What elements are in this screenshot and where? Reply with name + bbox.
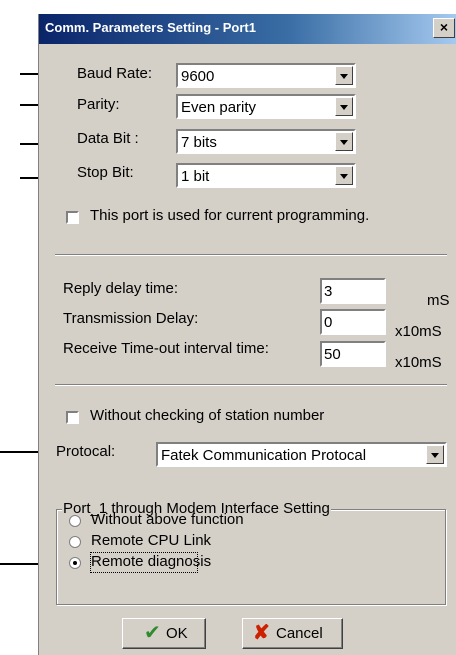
chevron-down-icon[interactable] <box>335 97 353 116</box>
baud-rate-select[interactable]: 9600 <box>176 63 356 88</box>
station-check-checkbox[interactable] <box>66 411 79 424</box>
radio-remote-diagnosis[interactable] <box>69 557 81 569</box>
current-programming-checkbox[interactable] <box>66 211 79 224</box>
protocol-value: Fatek Communication Protocal <box>161 447 367 464</box>
parity-label: Parity: <box>77 96 120 113</box>
reply-delay-value: 3 <box>324 283 333 300</box>
option-remote-cpu-link[interactable]: Remote CPU Link <box>91 532 211 549</box>
station-check-label[interactable]: Without checking of station number <box>90 407 324 424</box>
ok-label: OK <box>166 625 188 642</box>
parity-value: Even parity <box>181 99 257 116</box>
separator <box>55 254 447 256</box>
cancel-button[interactable]: ✘ Cancel <box>242 618 343 649</box>
data-bit-value: 7 bits <box>181 134 217 151</box>
cross-icon: ✘ <box>253 622 270 644</box>
chevron-down-icon[interactable] <box>335 132 353 151</box>
radio-without-above-function[interactable] <box>69 515 81 527</box>
transmission-delay-input[interactable]: 0 <box>320 309 386 335</box>
checkmark-icon: ✔ <box>144 622 161 644</box>
transmission-delay-unit: x10mS <box>395 323 442 340</box>
timeout-input[interactable]: 50 <box>320 341 386 367</box>
reply-delay-label: Reply delay time: <box>63 280 179 297</box>
parity-select[interactable]: Even parity <box>176 94 356 119</box>
stop-bit-value: 1 bit <box>181 168 210 185</box>
baud-rate-value: 9600 <box>181 68 215 85</box>
transmission-delay-value: 0 <box>324 314 333 331</box>
baud-rate-label: Baud Rate: <box>77 65 153 82</box>
window-title: Comm. Parameters Setting - Port1 <box>45 20 256 35</box>
radio-remote-cpu-link[interactable] <box>69 536 81 548</box>
protocol-label: Protocal: <box>56 443 116 460</box>
timeout-value: 50 <box>324 346 341 363</box>
title-bar[interactable]: Comm. Parameters Setting - Port1 × <box>39 14 456 44</box>
cancel-label: Cancel <box>276 625 323 642</box>
chevron-down-icon[interactable] <box>426 445 444 464</box>
data-bit-label: Data Bit : <box>77 130 139 147</box>
dialog-window: Comm. Parameters Setting - Port1 × Baud … <box>38 14 456 655</box>
reply-delay-input[interactable]: 3 <box>320 278 386 304</box>
option-without-above-function[interactable]: Without above function <box>91 511 244 528</box>
option-remote-diagnosis[interactable]: Remote diagnosis <box>91 553 211 570</box>
ok-button[interactable]: ✔ OK <box>122 618 206 649</box>
current-programming-label[interactable]: This port is used for current programmin… <box>90 207 369 224</box>
data-bit-select[interactable]: 7 bits <box>176 129 356 154</box>
timeout-label: Receive Time-out interval time: <box>63 340 269 357</box>
stop-bit-label: Stop Bit: <box>77 164 134 181</box>
chevron-down-icon[interactable] <box>335 166 353 185</box>
close-button[interactable]: × <box>433 18 455 38</box>
stop-bit-select[interactable]: 1 bit <box>176 163 356 188</box>
chevron-down-icon[interactable] <box>335 66 353 85</box>
timeout-unit: x10mS <box>395 354 442 371</box>
transmission-delay-label: Transmission Delay: <box>63 310 199 327</box>
separator <box>55 384 447 386</box>
reply-delay-unit: mS <box>427 292 450 309</box>
protocol-select[interactable]: Fatek Communication Protocal <box>156 442 447 467</box>
